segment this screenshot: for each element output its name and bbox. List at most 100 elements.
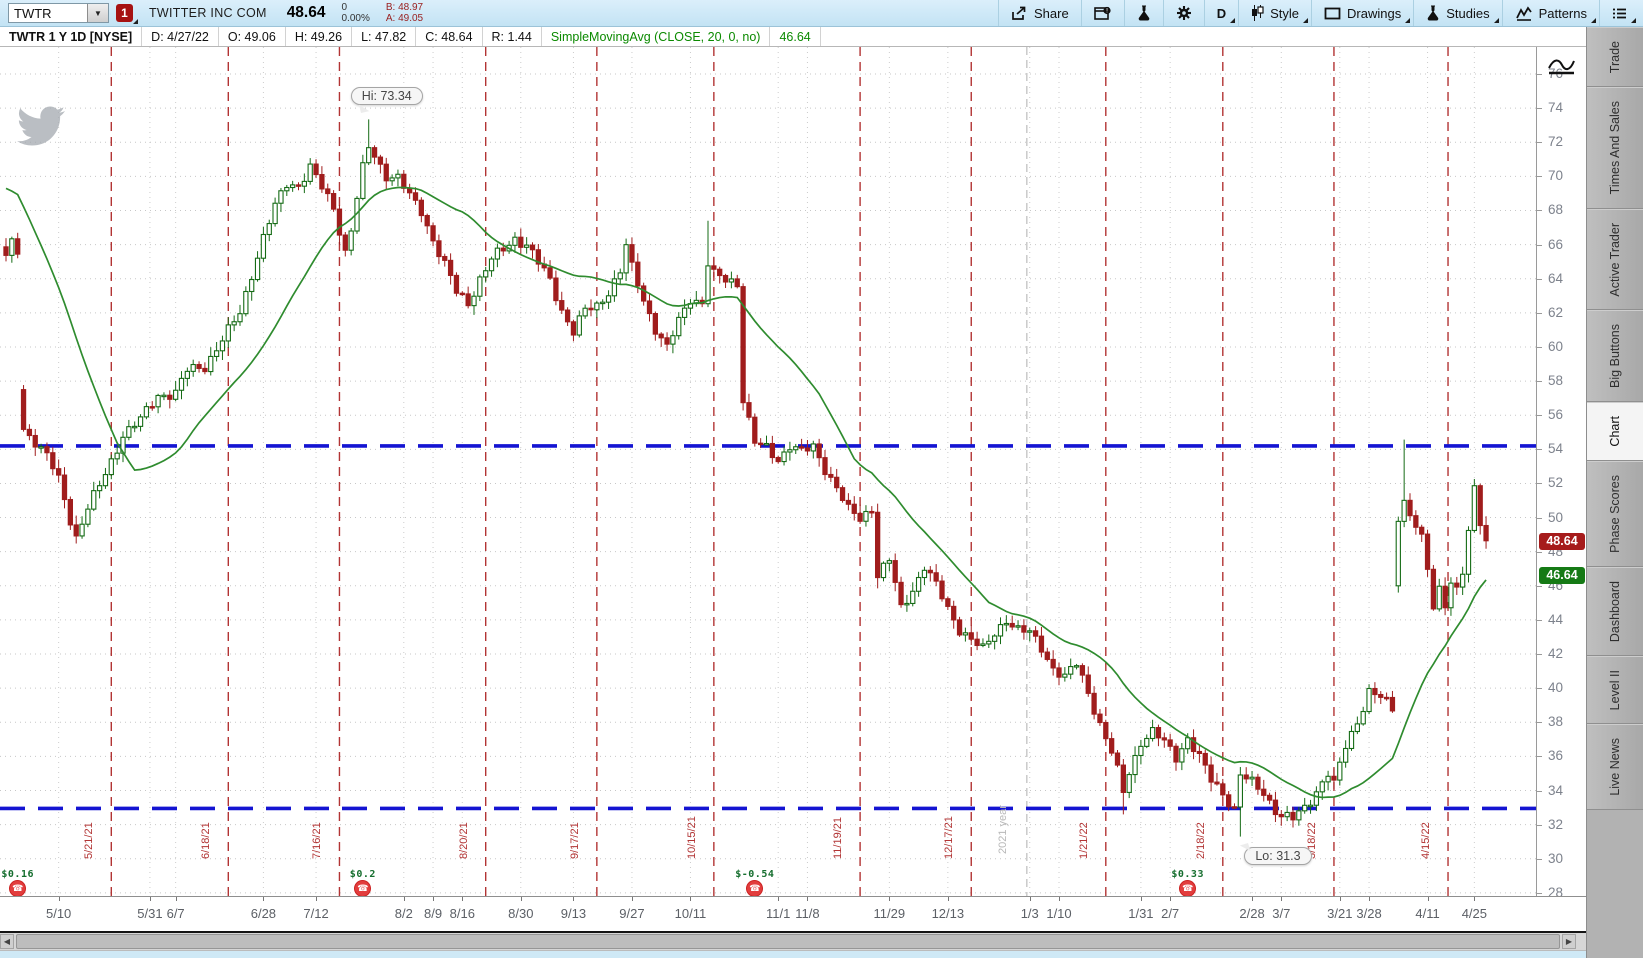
- candle-body[interactable]: [102, 474, 109, 487]
- candle-body[interactable]: [869, 510, 875, 514]
- candle-body[interactable]: [319, 174, 325, 190]
- candle-body[interactable]: [658, 333, 664, 339]
- candle-body[interactable]: [55, 468, 62, 476]
- sidebar-tab-dashboard[interactable]: Dashboard: [1587, 566, 1643, 656]
- candle-body[interactable]: [137, 416, 144, 427]
- candle-body[interactable]: [494, 247, 501, 260]
- candle-body[interactable]: [1237, 774, 1243, 808]
- candle-body[interactable]: [1419, 526, 1425, 535]
- candle-body[interactable]: [646, 300, 653, 315]
- candle-body[interactable]: [360, 162, 366, 199]
- candle-body[interactable]: [1471, 485, 1477, 532]
- sidebar-tab-chart[interactable]: Chart: [1587, 402, 1643, 461]
- candle-body[interactable]: [453, 274, 460, 294]
- candle-body[interactable]: [79, 523, 85, 537]
- candle-body[interactable]: [430, 225, 436, 242]
- candle-body[interactable]: [1220, 783, 1226, 796]
- candle-body[interactable]: [126, 426, 132, 438]
- candle-body[interactable]: [371, 147, 378, 158]
- candle-body[interactable]: [1196, 750, 1203, 755]
- scroll-left-arrow[interactable]: ◀: [0, 934, 14, 949]
- candle-body[interactable]: [1003, 622, 1009, 626]
- candle-body[interactable]: [880, 562, 887, 579]
- candle-body[interactable]: [436, 240, 442, 258]
- candle-body[interactable]: [1056, 667, 1062, 678]
- candle-body[interactable]: [781, 451, 787, 463]
- candle-body[interactable]: [921, 569, 928, 579]
- candle-body[interactable]: [968, 632, 974, 640]
- candle-body[interactable]: [980, 643, 986, 647]
- candle-body[interactable]: [640, 285, 647, 302]
- candle-body[interactable]: [1015, 625, 1021, 628]
- candle-body[interactable]: [787, 449, 793, 453]
- candle-body[interactable]: [336, 208, 343, 236]
- candle-body[interactable]: [1302, 804, 1308, 812]
- candle-body[interactable]: [1395, 520, 1401, 587]
- candle-body[interactable]: [1079, 665, 1086, 676]
- candle-body[interactable]: [1155, 727, 1162, 739]
- candle-body[interactable]: [1255, 776, 1261, 790]
- candle-body[interactable]: [711, 265, 717, 270]
- candle-body[interactable]: [746, 402, 752, 418]
- candle-body[interactable]: [295, 184, 302, 187]
- candle-body[interactable]: [1149, 727, 1156, 740]
- candle-body[interactable]: [1284, 811, 1290, 818]
- candle-body[interactable]: [804, 447, 811, 452]
- candle-body[interactable]: [1454, 582, 1460, 588]
- candle-body[interactable]: [284, 186, 290, 192]
- candle-body[interactable]: [1436, 585, 1442, 610]
- candle-body[interactable]: [219, 340, 226, 352]
- candle-body[interactable]: [3, 246, 9, 256]
- candle-body[interactable]: [1103, 721, 1109, 740]
- candle-body[interactable]: [1448, 582, 1454, 609]
- candle-body[interactable]: [798, 446, 805, 449]
- candle-body[interactable]: [834, 476, 840, 489]
- candle-body[interactable]: [886, 560, 892, 564]
- tool-button[interactable]: [1123, 0, 1163, 26]
- candle-body[interactable]: [1226, 794, 1232, 808]
- candle-body[interactable]: [254, 257, 261, 281]
- candle-body[interactable]: [108, 458, 114, 476]
- candle-body[interactable]: [266, 223, 272, 236]
- candle-body[interactable]: [1091, 692, 1097, 715]
- candle-body[interactable]: [997, 624, 1004, 637]
- candle-body[interactable]: [1161, 737, 1167, 741]
- candle-body[interactable]: [418, 199, 424, 217]
- candle-body[interactable]: [289, 184, 296, 189]
- candle-body[interactable]: [96, 485, 103, 492]
- candle-body[interactable]: [986, 640, 992, 645]
- candle-body[interactable]: [1266, 794, 1273, 801]
- candle-body[interactable]: [395, 173, 401, 179]
- chart-plot-area[interactable]: 5/21/21 6/18/21 7/16/21 8/20/21 9/17/21 10/15…: [0, 47, 1536, 912]
- candle-body[interactable]: [85, 508, 91, 525]
- candle-body[interactable]: [822, 457, 828, 476]
- candle-body[interactable]: [1179, 748, 1185, 763]
- candle-body[interactable]: [412, 192, 419, 201]
- candle-body[interactable]: [342, 234, 348, 251]
- candle-body[interactable]: [313, 163, 319, 176]
- candle-body[interactable]: [722, 274, 729, 283]
- candle-body[interactable]: [547, 267, 553, 279]
- candle-body[interactable]: [477, 276, 483, 297]
- candle-body[interactable]: [763, 442, 770, 446]
- candle-body[interactable]: [1126, 774, 1132, 793]
- candle-body[interactable]: [1278, 813, 1284, 818]
- candle-body[interactable]: [389, 177, 395, 182]
- candle-body[interactable]: [1354, 723, 1360, 733]
- candle-body[interactable]: [559, 300, 565, 311]
- sidebar-tab-times-and-sales[interactable]: Times And Sales: [1587, 87, 1643, 209]
- candle-body[interactable]: [1430, 568, 1437, 610]
- candle-body[interactable]: [1214, 781, 1220, 785]
- candle-body[interactable]: [243, 290, 249, 315]
- candle-body[interactable]: [974, 638, 980, 647]
- candle-body[interactable]: [652, 313, 658, 335]
- candle-body[interactable]: [1483, 524, 1489, 542]
- candle-body[interactable]: [143, 406, 150, 418]
- candle-body[interactable]: [260, 233, 267, 259]
- candle-body[interactable]: [1331, 775, 1337, 781]
- candle-body[interactable]: [523, 244, 530, 248]
- sidebar-tab-active-trader[interactable]: Active Trader: [1587, 208, 1643, 311]
- candle-body[interactable]: [828, 473, 834, 478]
- candle-body[interactable]: [910, 590, 916, 605]
- candle-body[interactable]: [1097, 713, 1103, 724]
